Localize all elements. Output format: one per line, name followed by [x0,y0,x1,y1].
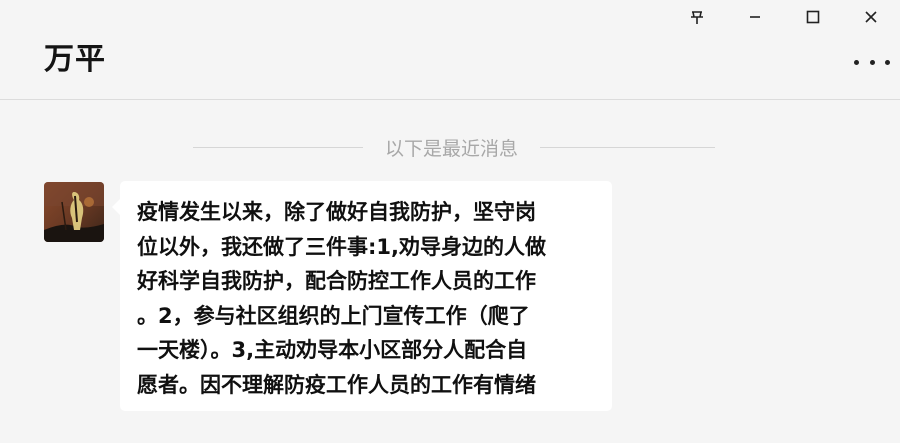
more-dot-icon [854,59,859,65]
message-line: 。2，参与社区组织的上门宣传工作（爬了 [137,303,530,328]
pin-button[interactable] [668,0,726,34]
pin-icon [691,11,703,24]
divider-line-right [540,147,715,148]
more-dot-icon [885,59,890,65]
maximize-icon [806,10,820,24]
maximize-button[interactable] [784,0,842,34]
message-line: 愿者。因不理解防疫工作人员的工作有情绪 [137,372,536,397]
recent-messages-divider: 以下是最近消息 [0,132,900,160]
message-line: 一天楼）。3,主动劝导本小区部分人配合自 [137,338,528,362]
more-dot-icon [869,59,875,65]
chat-title: 万平 [44,42,106,77]
title-bar: 万平 [0,0,900,100]
minimize-button[interactable] [726,0,784,34]
divider-line-left [193,147,363,148]
window-controls [668,0,900,34]
more-options-button[interactable] [854,50,890,74]
message-line: 疫情发生以来，除了做好自我防护，坚守岗 [137,200,536,224]
divider-label: 以下是最近消息 [384,138,518,160]
close-icon [865,11,877,23]
avatar-image [44,182,104,242]
message-bubble[interactable]: 疫情发生以来，除了做好自我防护，坚守岗 位以外，我还做了三件事:1,劝导身边的人… [112,181,612,411]
avatar[interactable] [44,182,104,242]
close-button[interactable] [842,0,900,34]
message-line: 位以外，我还做了三件事:1,劝导身边的人做 [137,234,546,259]
minimize-icon [750,16,760,18]
message-line: 好科学自我防护，配合防控工作人员的工作 [137,269,536,293]
